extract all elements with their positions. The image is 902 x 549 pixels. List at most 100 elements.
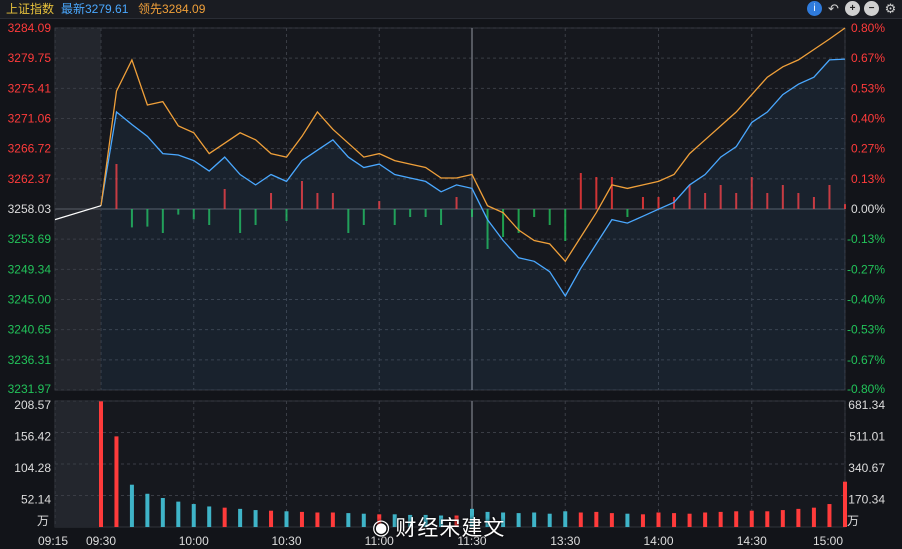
- percent-tick-label: -0.13%: [847, 232, 885, 246]
- volume-bar: [114, 436, 119, 527]
- volume-bar: [299, 511, 304, 527]
- volume-bar: [315, 512, 320, 527]
- volume-bar: [811, 507, 816, 527]
- volume-panel: [54, 400, 846, 528]
- volume-bar: [207, 506, 212, 527]
- volume-tick-label: 156.42: [14, 430, 51, 444]
- price-tick-label: 3279.75: [8, 51, 52, 65]
- index-name: 上证指数: [6, 2, 55, 16]
- volume-tick-label: 208.57: [14, 398, 51, 412]
- percent-tick-label: 0.00%: [851, 202, 885, 216]
- volume-right-tick-label: 511.01: [849, 430, 885, 444]
- percent-tick-label: -0.67%: [847, 353, 885, 367]
- volume-bar: [547, 513, 552, 527]
- time-tick-label: 14:30: [737, 534, 767, 548]
- volume-bar: [145, 493, 150, 527]
- settings-icon[interactable]: ⚙: [883, 1, 898, 16]
- volume-unit-label-right: 万: [847, 514, 859, 528]
- volume-bar: [563, 511, 568, 527]
- percent-tick-label: 0.40%: [851, 112, 885, 126]
- volume-bar: [749, 510, 754, 527]
- volume-bar: [625, 513, 630, 527]
- toolbar-icons: i ↶ + − ⚙: [807, 1, 898, 16]
- zoom-in-icon[interactable]: +: [845, 1, 860, 16]
- price-tick-label: 3231.97: [8, 382, 52, 396]
- change-bar: [579, 173, 582, 209]
- change-bar: [548, 209, 551, 225]
- volume-bar: [99, 401, 103, 527]
- price-tick-label: 3245.00: [8, 293, 52, 307]
- time-tick-label: 15:00: [813, 534, 843, 548]
- percent-tick-label: 0.27%: [851, 142, 885, 156]
- percent-tick-label: 0.53%: [851, 81, 885, 95]
- volume-bar: [640, 514, 645, 527]
- volume-bar: [672, 513, 677, 527]
- price-tick-label: 3284.09: [8, 21, 52, 35]
- percent-tick-label: -0.27%: [847, 262, 885, 276]
- price-tick-label: 3249.34: [8, 262, 52, 276]
- time-tick-label: 13:30: [550, 534, 580, 548]
- volume-bar: [780, 510, 785, 527]
- volume-bar: [578, 512, 583, 527]
- volume-bar: [238, 508, 243, 527]
- watermark: ◉ 财经宋建文: [372, 512, 505, 542]
- price-tick-label: 3262.37: [8, 172, 52, 186]
- watermark-text: 财经宋建文: [395, 517, 506, 540]
- volume-bar: [160, 498, 165, 527]
- time-tick-label: 09:15: [38, 534, 68, 548]
- change-bar: [657, 197, 660, 209]
- volume-bar: [532, 512, 537, 527]
- volume-bar: [346, 513, 351, 527]
- volume-unit-label: 万: [37, 514, 49, 528]
- volume-bar: [656, 512, 661, 527]
- price-tick-label: 3253.69: [8, 232, 52, 246]
- price-tick-label: 3258.03: [8, 202, 52, 216]
- percent-tick-label: -0.53%: [847, 323, 885, 337]
- leader-price: 领先3284.09: [138, 2, 206, 16]
- volume-bar: [330, 512, 335, 527]
- price-tick-label: 3236.31: [8, 353, 52, 367]
- volume-bar: [176, 501, 181, 527]
- volume-bar: [284, 511, 289, 527]
- volume-bar: [765, 511, 770, 527]
- price-tick-label: 3266.72: [8, 142, 52, 156]
- volume-bar: [843, 481, 847, 527]
- percent-tick-label: 0.13%: [851, 172, 885, 186]
- price-tick-label: 3275.41: [8, 81, 52, 95]
- time-tick-label: 14:00: [643, 534, 673, 548]
- volume-bar: [687, 513, 692, 527]
- volume-bar: [827, 504, 832, 527]
- volume-bar: [718, 511, 723, 527]
- zoom-out-icon[interactable]: −: [864, 1, 879, 16]
- change-bar: [595, 177, 598, 209]
- volume-bar: [796, 508, 801, 527]
- price-tick-label: 3240.65: [8, 323, 52, 337]
- volume-bar: [191, 504, 196, 527]
- percent-tick-label: 0.80%: [851, 21, 885, 35]
- volume-bar: [703, 512, 708, 527]
- quote-header: 上证指数 最新3279.61 领先3284.09 i ↶ + − ⚙: [0, 0, 902, 19]
- volume-bar: [222, 507, 227, 527]
- volume-right-tick-label: 340.67: [848, 461, 885, 475]
- change-bar: [533, 209, 536, 217]
- volume-bar: [594, 511, 599, 527]
- info-icon[interactable]: i: [807, 1, 822, 16]
- time-tick-label: 09:30: [86, 534, 116, 548]
- intraday-chart[interactable]: 3284.09 3279.75 3275.41 3271.06 3266.72 3262.…: [0, 18, 902, 549]
- time-tick-label: 10:30: [271, 534, 301, 548]
- volume-right-tick-label: 681.34: [848, 398, 885, 412]
- latest-price: 最新3279.61: [61, 2, 129, 16]
- volume-tick-label: 104.28: [14, 461, 51, 475]
- change-bar: [564, 209, 567, 241]
- undo-icon[interactable]: ↶: [826, 1, 841, 16]
- weibo-icon: ◉: [372, 515, 392, 539]
- change-bar: [626, 209, 629, 217]
- volume-bar: [734, 511, 739, 527]
- change-bar: [610, 177, 613, 209]
- volume-right-tick-label: 170.34: [848, 493, 885, 507]
- volume-tick-label: 52.14: [21, 493, 51, 507]
- percent-tick-label: -0.80%: [847, 382, 885, 396]
- percent-tick-label: 0.67%: [851, 51, 885, 65]
- price-tick-label: 3271.06: [8, 112, 52, 126]
- volume-bar: [253, 510, 258, 527]
